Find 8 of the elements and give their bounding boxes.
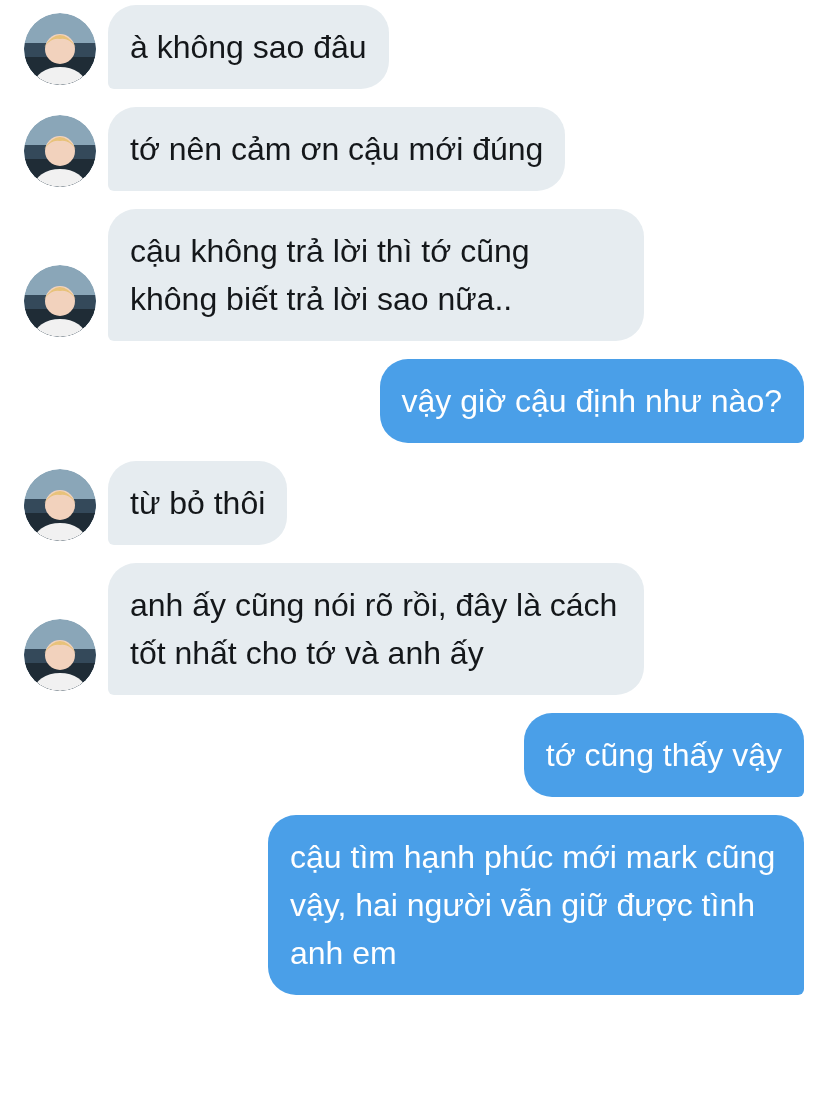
sent-message: tớ cũng thấy vậy — [523, 713, 804, 797]
received-message: cậu không trả lời thì tớ cũng không biết trả lời sao nữa.. — [108, 209, 644, 341]
received-message: à không sao đâu — [108, 5, 389, 89]
sent-message: vậy giờ cậu định như nào? — [379, 359, 804, 443]
received-message: tớ nên cảm ơn cậu mới đúng — [108, 107, 566, 191]
received-message: anh ấy cũng nói rõ rồi, đây là cách tốt nhất cho tớ và anh ấy — [108, 563, 644, 695]
received-message: từ bỏ thôi — [108, 461, 288, 545]
sent-message: cậu tìm hạnh phúc mới mark cũng vậy, hai người vẫn giữ được tình anh em — [268, 815, 804, 995]
